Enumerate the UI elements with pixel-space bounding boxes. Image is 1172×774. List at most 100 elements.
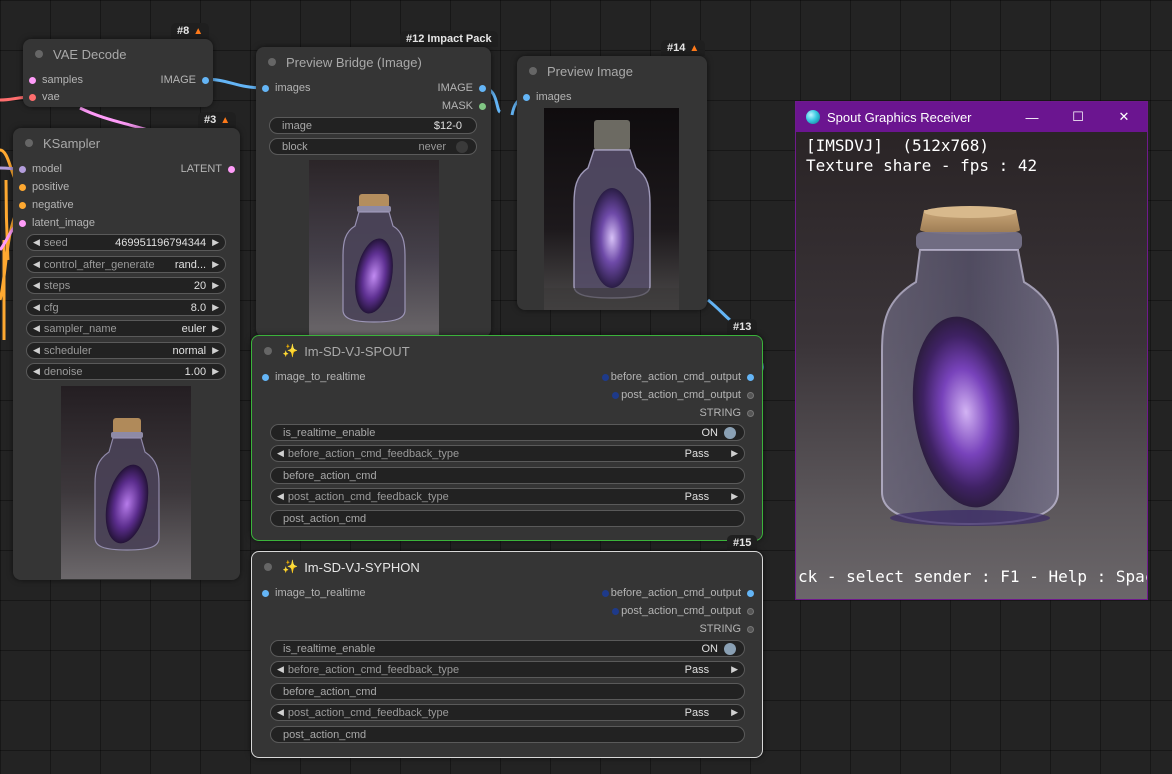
decrement-arrow-icon[interactable]: ◀ — [33, 302, 40, 313]
toggle-knob-icon[interactable] — [456, 140, 468, 153]
decrement-arrow-icon[interactable]: ◀ — [33, 259, 40, 270]
increment-arrow-icon[interactable]: ▶ — [212, 323, 219, 334]
input-slot-model[interactable]: model — [19, 161, 62, 177]
toggle-knob-icon[interactable] — [724, 642, 736, 655]
slot-dot-icon[interactable] — [262, 589, 269, 597]
widget-is-realtime-enable[interactable]: is_realtime_enable ON — [270, 424, 745, 441]
widget-scheduler[interactable]: ◀ scheduler normal ▶ — [26, 342, 226, 359]
decrement-arrow-icon[interactable]: ◀ — [277, 707, 284, 718]
widget-post-action-cmd[interactable]: post_action_cmd — [270, 726, 745, 743]
output-slot-before-action[interactable]: before_action_cmd_output — [601, 585, 754, 601]
increment-arrow-icon[interactable]: ▶ — [731, 448, 738, 459]
input-slot-latent-image[interactable]: latent_image — [19, 215, 95, 231]
increment-arrow-icon[interactable]: ▶ — [731, 707, 738, 718]
increment-arrow-icon[interactable]: ▶ — [212, 259, 219, 270]
slot-dot-icon[interactable] — [747, 625, 754, 633]
output-slot-post-action[interactable]: post_action_cmd_output — [612, 387, 754, 403]
output-slot-string[interactable]: STRING — [699, 621, 754, 637]
increment-arrow-icon[interactable]: ▶ — [731, 664, 738, 675]
decrement-arrow-icon[interactable]: ◀ — [277, 664, 284, 675]
widget-post-action-cmd[interactable]: post_action_cmd — [270, 510, 745, 527]
widget-post-action-feedback-type[interactable]: ◀ post_action_cmd_feedback_type Pass ▶ — [270, 488, 745, 505]
decrement-arrow-icon[interactable]: ◀ — [277, 491, 284, 502]
increment-arrow-icon[interactable]: ▶ — [731, 491, 738, 502]
window-titlebar[interactable]: Spout Graphics Receiver — ☐ ✕ — [796, 102, 1147, 132]
slot-dot-icon[interactable] — [479, 84, 486, 92]
collapse-toggle-icon[interactable] — [35, 50, 43, 58]
increment-arrow-icon[interactable]: ▶ — [212, 237, 219, 248]
input-slot-vae[interactable]: vae — [29, 89, 60, 105]
texture-view[interactable]: [IMSDVJ] (512x768) Texture share - fps : … — [796, 132, 1147, 599]
increment-arrow-icon[interactable]: ▶ — [212, 302, 219, 313]
increment-arrow-icon[interactable]: ▶ — [212, 345, 219, 356]
widget-before-action-feedback-type[interactable]: ◀ before_action_cmd_feedback_type Pass ▶ — [270, 445, 745, 462]
node-header[interactable]: KSampler — [13, 128, 240, 158]
slot-dot-icon[interactable] — [747, 373, 754, 381]
node-header[interactable]: Preview Bridge (Image) — [256, 47, 491, 77]
node-im-sd-vj-spout[interactable]: ✨ Im-SD-VJ-SPOUT image_to_realtime befor… — [251, 335, 763, 541]
slot-dot-icon[interactable] — [523, 93, 530, 101]
toggle-knob-icon[interactable] — [724, 426, 736, 439]
node-preview-image[interactable]: Preview Image images — [517, 56, 707, 310]
minimize-icon[interactable]: — — [1009, 102, 1055, 132]
output-slot-post-action[interactable]: post_action_cmd_output — [612, 603, 754, 619]
close-icon[interactable]: ✕ — [1101, 102, 1147, 132]
slot-dot-icon[interactable] — [29, 76, 36, 84]
slot-dot-icon[interactable] — [19, 183, 26, 191]
decrement-arrow-icon[interactable]: ◀ — [33, 366, 40, 377]
node-header[interactable]: ✨ Im-SD-VJ-SPOUT — [252, 336, 762, 366]
slot-dot-icon[interactable] — [228, 165, 235, 173]
slot-dot-icon[interactable] — [202, 76, 209, 84]
decrement-arrow-icon[interactable]: ◀ — [33, 345, 40, 356]
slot-dot-icon[interactable] — [19, 201, 26, 209]
decrement-arrow-icon[interactable]: ◀ — [33, 323, 40, 334]
node-header[interactable]: VAE Decode — [23, 39, 213, 69]
input-slot-images[interactable]: images — [262, 80, 310, 96]
output-slot-image[interactable]: IMAGE — [438, 80, 486, 96]
decrement-arrow-icon[interactable]: ◀ — [33, 237, 40, 248]
spout-receiver-window[interactable]: Spout Graphics Receiver — ☐ ✕ [IMSDVJ] (… — [795, 101, 1148, 600]
widget-denoise[interactable]: ◀ denoise 1.00 ▶ — [26, 363, 226, 380]
node-vae-decode[interactable]: VAE Decode samples vae IMAGE — [23, 39, 213, 107]
slot-dot-icon[interactable] — [747, 589, 754, 597]
output-slot-string[interactable]: STRING — [699, 405, 754, 421]
slot-dot-icon[interactable] — [19, 165, 26, 173]
node-ksampler[interactable]: KSampler model positive negative latent_… — [13, 128, 240, 580]
collapse-toggle-icon[interactable] — [264, 347, 272, 355]
widget-before-action-feedback-type[interactable]: ◀ before_action_cmd_feedback_type Pass ▶ — [270, 661, 745, 678]
collapse-toggle-icon[interactable] — [268, 58, 276, 66]
slot-dot-icon[interactable] — [29, 93, 36, 101]
output-slot-image[interactable]: IMAGE — [161, 72, 209, 88]
collapse-toggle-icon[interactable] — [529, 67, 537, 75]
decrement-arrow-icon[interactable]: ◀ — [277, 448, 284, 459]
widget-before-action-cmd[interactable]: before_action_cmd — [270, 467, 745, 484]
increment-arrow-icon[interactable]: ▶ — [212, 366, 219, 377]
decrement-arrow-icon[interactable]: ◀ — [33, 280, 40, 291]
collapse-toggle-icon[interactable] — [25, 139, 33, 147]
node-preview-bridge[interactable]: Preview Bridge (Image) images IMAGE MASK… — [256, 47, 491, 337]
widget-before-action-cmd[interactable]: before_action_cmd — [270, 683, 745, 700]
widget-cfg[interactable]: ◀ cfg 8.0 ▶ — [26, 299, 226, 316]
input-slot-images[interactable]: images — [523, 89, 571, 105]
output-slot-latent[interactable]: LATENT — [181, 161, 235, 177]
node-header[interactable]: ✨ Im-SD-VJ-SYPHON — [252, 552, 762, 582]
widget-is-realtime-enable[interactable]: is_realtime_enable ON — [270, 640, 745, 657]
slot-dot-icon[interactable] — [747, 607, 754, 615]
slot-dot-icon[interactable] — [19, 219, 26, 227]
widget-seed[interactable]: ◀ seed 469951196794344 ▶ — [26, 234, 226, 251]
widget-post-action-feedback-type[interactable]: ◀ post_action_cmd_feedback_type Pass ▶ — [270, 704, 745, 721]
widget-image[interactable]: image $12-0 — [269, 117, 477, 134]
slot-dot-icon[interactable] — [479, 102, 486, 110]
increment-arrow-icon[interactable]: ▶ — [212, 280, 219, 291]
node-im-sd-vj-syphon[interactable]: ✨ Im-SD-VJ-SYPHON image_to_realtime befo… — [251, 551, 763, 758]
widget-steps[interactable]: ◀ steps 20 ▶ — [26, 277, 226, 294]
slot-dot-icon[interactable] — [262, 84, 269, 92]
widget-sampler-name[interactable]: ◀ sampler_name euler ▶ — [26, 320, 226, 337]
output-slot-mask[interactable]: MASK — [442, 98, 486, 114]
input-slot-negative[interactable]: negative — [19, 197, 74, 213]
maximize-icon[interactable]: ☐ — [1055, 102, 1101, 132]
node-header[interactable]: Preview Image — [517, 56, 707, 86]
input-slot-positive[interactable]: positive — [19, 179, 69, 195]
slot-dot-icon[interactable] — [262, 373, 269, 381]
input-slot-image-to-realtime[interactable]: image_to_realtime — [262, 369, 366, 385]
